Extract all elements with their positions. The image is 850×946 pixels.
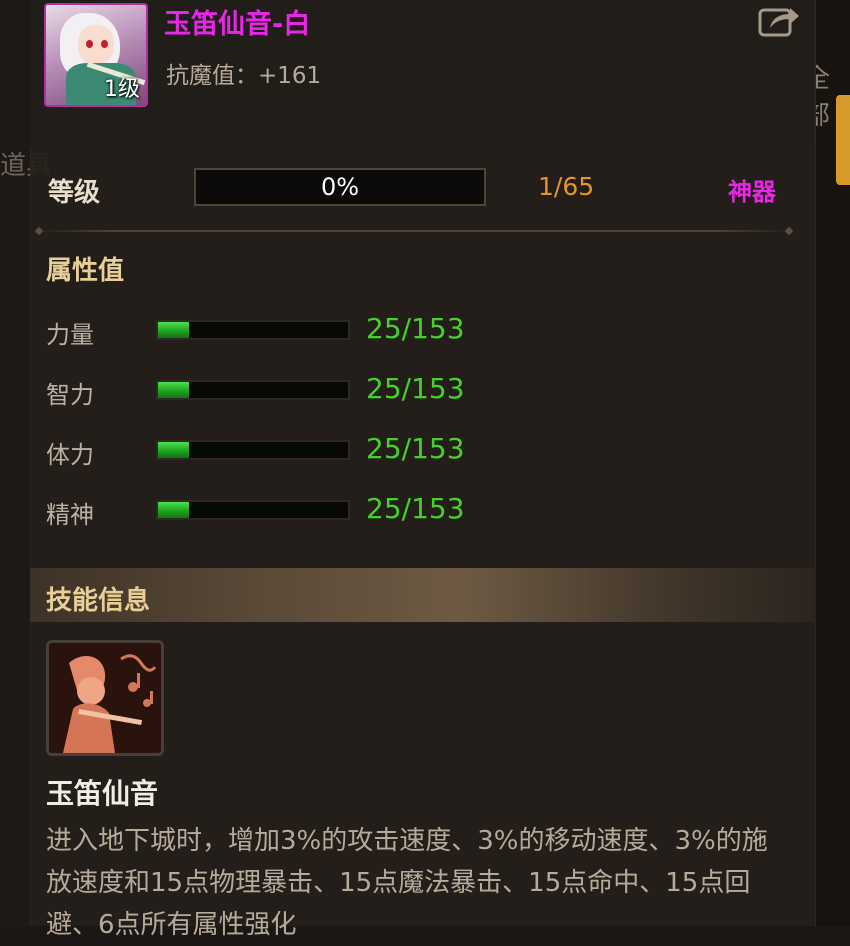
attr-label: 体力: [46, 441, 94, 469]
level-count: 1/65: [538, 172, 595, 201]
skill-description: 进入地下城时，增加3%的攻击速度、3%的移动速度、3%的施放速度和15点物理暴击…: [46, 826, 768, 940]
flute-skill-icon[interactable]: [46, 640, 164, 756]
level-badge: 1级: [104, 77, 140, 102]
attr-value: 25/153: [366, 492, 465, 525]
level-progress-bar: 0%: [194, 168, 486, 206]
attributes-title: 属性值: [46, 256, 125, 286]
attr-bar: [156, 500, 350, 520]
attr-label: 智力: [46, 381, 94, 409]
skill-name: 玉笛仙音: [46, 777, 159, 810]
avatar-eye: [101, 40, 108, 48]
rarity-label: 神器: [728, 178, 776, 206]
attr-value: 25/153: [366, 432, 465, 465]
attr-label: 力量: [46, 321, 94, 349]
attr-bar-fill: [158, 442, 190, 458]
avatar-eye: [86, 40, 93, 48]
skill-section-title: 技能信息: [46, 586, 151, 616]
attr-label: 精神: [46, 501, 94, 529]
share-arrow-icon[interactable]: [758, 4, 800, 38]
section-divider: [34, 226, 794, 236]
attr-bar: [156, 440, 350, 460]
level-progress-text: 0%: [320, 173, 360, 201]
attr-bar-fill: [158, 322, 190, 338]
item-name: 玉笛仙音-白: [164, 9, 311, 40]
avatar-face: [78, 25, 114, 65]
attr-bar: [156, 320, 350, 340]
attr-value: 25/153: [366, 372, 465, 405]
level-label: 等级: [48, 178, 101, 208]
item-avatar: 1级: [44, 3, 148, 107]
attr-bar-fill: [158, 502, 190, 518]
attr-bar-fill: [158, 382, 190, 398]
anti-magic-value: 抗魔值：+161: [166, 63, 322, 89]
attr-bar: [156, 380, 350, 400]
attr-value: 25/153: [366, 312, 465, 345]
